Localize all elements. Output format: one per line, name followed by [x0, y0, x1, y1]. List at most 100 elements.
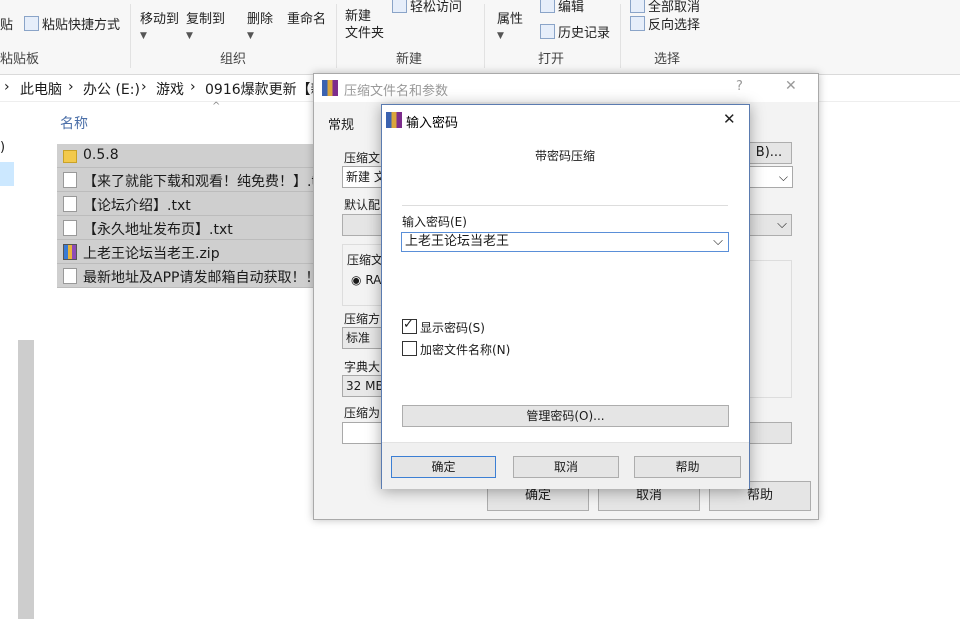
password-dialog-body: 带密码压缩 输入密码(E) 上老王论坛当老王 ⌵ ✓ 显示密码(S) 加密文件名… — [382, 135, 749, 442]
text-file-icon — [63, 196, 77, 212]
archive-dialog-title: 压缩文件名和参数 — [344, 84, 449, 99]
file-name: 【来了就能下载和观看！纯免费！】.txt — [83, 174, 315, 190]
password-cancel-button[interactable]: 取消 — [513, 456, 619, 478]
file-row[interactable]: 【永久地址发布页】.txt — [57, 216, 315, 240]
dictionary-size-dropdown[interactable]: 32 MB — [342, 375, 383, 397]
easy-access-label: 轻松访问 — [410, 0, 463, 15]
easy-access-icon — [392, 0, 407, 13]
browse-button[interactable]: B)... — [746, 142, 792, 164]
chevron-right-icon: › — [68, 79, 74, 95]
file-row[interactable]: 上老王论坛当老王.zip — [57, 240, 315, 264]
breadcrumb-drive[interactable]: 办公 (E:) — [83, 79, 140, 99]
dropdown-arrow-icon: ▼ — [140, 31, 147, 41]
select-none-button[interactable]: 全部取消 — [630, 0, 700, 15]
manage-passwords-button[interactable]: 管理密码(O)... — [402, 405, 729, 427]
ribbon: 贴 粘贴快捷方式 粘贴板 移动到 ▼ 复制到 ▼ 删除 ▼ 重命名 组织 新建 文件夹… — [0, 0, 960, 75]
column-header-name[interactable]: 名称 — [60, 113, 88, 133]
archive-name-dropdown[interactable]: ⌵ — [746, 166, 793, 188]
divider — [402, 205, 728, 206]
nav-item-selected[interactable] — [0, 162, 14, 186]
compression-method-dropdown[interactable]: 标准 — [342, 327, 383, 349]
chevron-down-icon: ⌵ — [777, 217, 787, 232]
edit-icon — [540, 0, 555, 13]
password-input[interactable]: 上老王论坛当老王 ⌵ — [401, 232, 729, 252]
format-rar-radio[interactable]: ◉ RA — [351, 273, 381, 287]
breadcrumb-this-pc[interactable]: 此电脑 — [20, 79, 62, 99]
profiles-button[interactable] — [342, 214, 384, 236]
edit-label: 编辑 — [558, 0, 585, 15]
file-name: 上老王论坛当老王.zip — [83, 246, 220, 262]
select-none-label: 全部取消 — [648, 0, 701, 15]
copy-to-button[interactable]: 复制到 ▼ — [186, 8, 225, 42]
encrypt-names-checkbox[interactable] — [402, 341, 417, 356]
split-volume-input[interactable] — [342, 422, 383, 444]
tab-general[interactable]: 常规 — [328, 114, 354, 133]
file-name: 【永久地址发布页】.txt — [83, 222, 233, 238]
archive-format-label: 压缩文 — [347, 253, 384, 267]
breadcrumb-folder-current[interactable]: 0916爆款更新【新 — [205, 79, 325, 99]
file-row[interactable]: 【来了就能下载和观看！纯免费！】.txt — [57, 168, 315, 192]
checkmark-icon: ✓ — [403, 317, 414, 332]
password-heading: 带密码压缩 — [535, 149, 596, 163]
move-to-button[interactable]: 移动到 ▼ — [140, 8, 179, 42]
invert-selection-label: 反向选择 — [648, 18, 701, 33]
update-mode-dropdown[interactable]: ⌵ — [746, 214, 792, 236]
file-name: 0.5.8 — [83, 147, 119, 163]
group-select: 选择 — [654, 52, 681, 67]
archive-dialog-titlebar[interactable]: 压缩文件名和参数 ? ✕ — [314, 74, 818, 102]
easy-access-button[interactable]: 轻松访问 — [392, 0, 462, 15]
paste-partial-label[interactable]: 贴 — [0, 14, 13, 33]
group-open: 打开 — [538, 52, 565, 67]
chevron-right-icon: › — [141, 79, 147, 95]
password-help-button[interactable]: 帮助 — [634, 456, 741, 478]
text-file-icon — [63, 220, 77, 236]
file-row[interactable]: 0.5.8 — [57, 144, 315, 168]
folder-icon — [63, 150, 77, 163]
text-file-icon — [63, 268, 77, 284]
format-rar-label: RA — [365, 273, 382, 287]
password-ok-button[interactable]: 确定 — [391, 456, 496, 478]
paste-shortcut-button[interactable]: 粘贴快捷方式 — [24, 14, 120, 33]
set-password-button-partial[interactable] — [746, 422, 792, 444]
copy-to-label: 复制到 — [186, 12, 226, 27]
password-dialog: 输入密码 ✕ 带密码压缩 输入密码(E) 上老王论坛当老王 ⌵ ✓ 显示密码(S… — [381, 104, 750, 489]
properties-button[interactable]: 属性 ▼ — [497, 8, 523, 42]
password-dialog-footer: 确定 取消 帮助 — [382, 442, 749, 489]
file-row[interactable]: 【论坛介绍】.txt — [57, 192, 315, 216]
close-icon[interactable]: ✕ — [785, 78, 797, 94]
show-password-label[interactable]: 显示密码(S) — [420, 319, 485, 336]
shortcut-icon — [24, 16, 39, 31]
history-label: 历史记录 — [558, 26, 611, 41]
ribbon-divider — [336, 4, 337, 68]
move-to-label: 移动到 — [140, 12, 180, 27]
nav-item-partial[interactable]: ) — [0, 140, 5, 155]
options-group — [746, 260, 792, 398]
ribbon-divider — [130, 4, 131, 68]
winrar-icon — [386, 112, 402, 128]
encrypt-names-label[interactable]: 加密文件名称(N) — [420, 341, 510, 358]
close-icon[interactable]: ✕ — [723, 110, 736, 128]
winrar-icon — [322, 80, 338, 96]
password-dialog-titlebar[interactable]: 输入密码 ✕ — [382, 105, 749, 135]
archive-name-label: 压缩文 — [344, 151, 381, 165]
scrollbar[interactable] — [18, 340, 34, 619]
dropdown-arrow-icon: ▼ — [186, 31, 193, 41]
chevron-down-icon[interactable]: ⌵ — [713, 233, 723, 251]
compression-method-label: 压缩方 — [344, 312, 381, 326]
file-name: 最新地址及APP请发邮箱自动获取！！！ — [83, 270, 315, 286]
help-icon[interactable]: ? — [736, 79, 743, 94]
history-icon — [540, 24, 555, 39]
rename-button[interactable]: 重命名 — [287, 8, 326, 27]
delete-label: 删除 — [247, 12, 274, 27]
show-password-checkbox[interactable]: ✓ — [402, 317, 417, 334]
breadcrumb-folder-games[interactable]: 游戏 — [156, 79, 184, 99]
chevron-right-icon: › — [190, 79, 196, 95]
file-name: 【论坛介绍】.txt — [83, 198, 191, 214]
edit-button[interactable]: 编辑 — [540, 0, 584, 15]
invert-selection-button[interactable]: 反向选择 — [630, 14, 700, 33]
delete-button[interactable]: 删除 ▼ — [247, 8, 273, 42]
history-button[interactable]: 历史记录 — [540, 22, 610, 41]
file-row[interactable]: 最新地址及APP请发邮箱自动获取！！！ — [57, 264, 315, 288]
new-folder-button[interactable]: 新建 文件夹 — [345, 8, 384, 42]
dropdown-arrow-icon: ▼ — [247, 31, 254, 41]
